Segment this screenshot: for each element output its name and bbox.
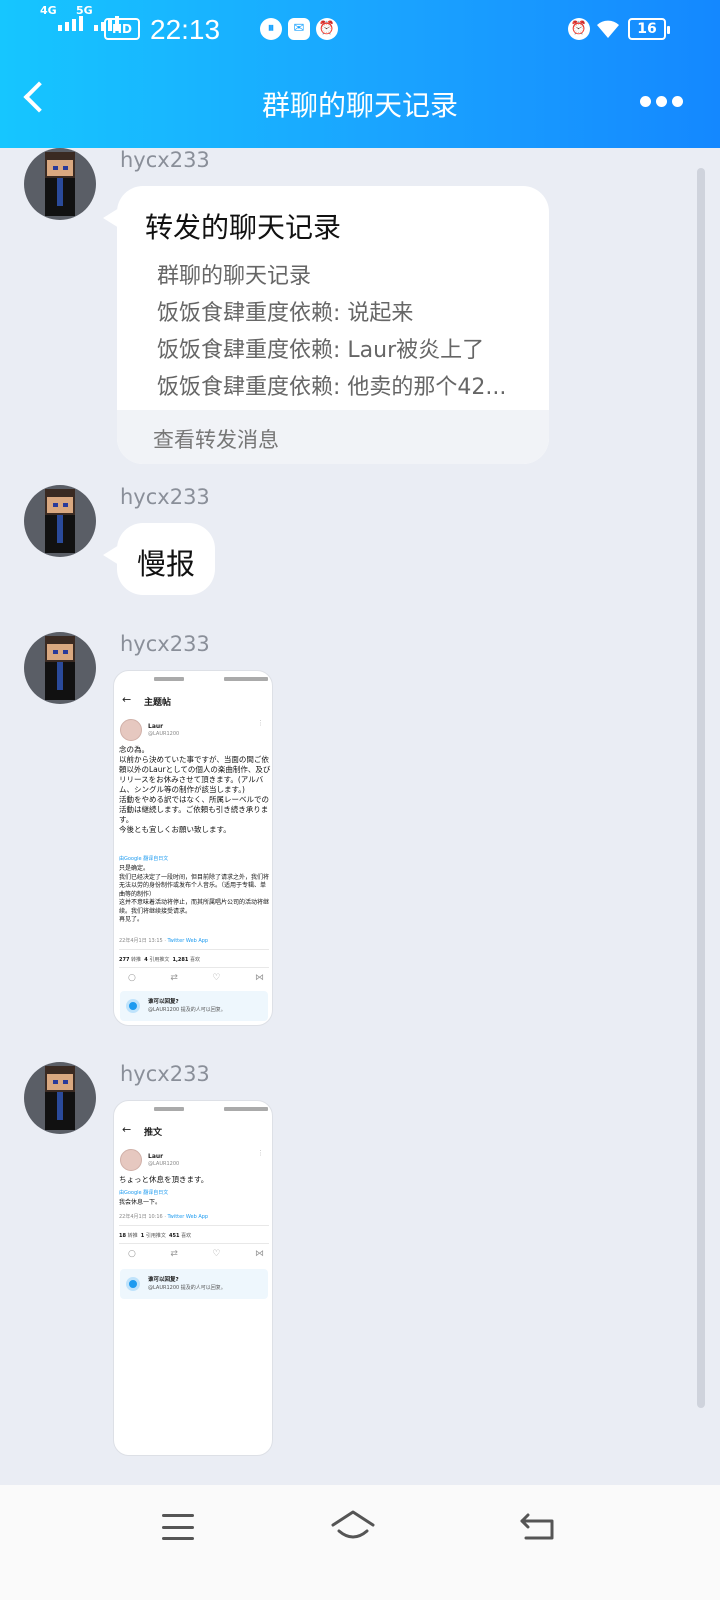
scrollbar[interactable] bbox=[697, 168, 705, 1408]
message-item: hycx233 转发的聊天记录 群聊的聊天记录 饭饭食肆重度依赖: 说起来 饭饭… bbox=[0, 148, 690, 468]
stat-label: 引用推文 bbox=[145, 1233, 166, 1239]
stat-num: 1 bbox=[140, 1233, 145, 1239]
share-icon: ⋈ bbox=[254, 973, 264, 983]
avatar[interactable] bbox=[24, 1062, 96, 1134]
share-icon: ⋈ bbox=[254, 1249, 264, 1259]
avatar[interactable] bbox=[24, 148, 96, 220]
shot-stats: 277 转推 4 引用推文 1,281 喜欢 bbox=[119, 956, 200, 963]
more-dots-icon[interactable] bbox=[640, 96, 683, 107]
back-arrow-icon: ← bbox=[122, 1123, 132, 1136]
sender-name: hycx233 bbox=[120, 1062, 210, 1086]
more-icon: ⋮ bbox=[257, 1149, 264, 1157]
reply-title: 谁可以回复? bbox=[148, 999, 179, 1005]
shot-translated-text: 只是确定。 我们已经决定了一段时间，但目前除了请求之外，我们将无法以劳的身份制作… bbox=[119, 865, 270, 923]
battery-icon: 16 bbox=[628, 18, 670, 40]
stat-label: 喜欢 bbox=[189, 957, 200, 963]
user-avatar bbox=[120, 719, 142, 741]
stat-num: 451 bbox=[169, 1233, 180, 1239]
menu-icon[interactable] bbox=[162, 1514, 194, 1540]
retweet-icon: ⇄ bbox=[170, 973, 178, 983]
reply-icon: ○ bbox=[128, 973, 136, 983]
home-icon[interactable] bbox=[330, 1509, 376, 1543]
message-item: hycx233 慢报 bbox=[0, 485, 690, 600]
forward-card[interactable]: 转发的聊天记录 群聊的聊天记录 饭饭食肆重度依赖: 说起来 饭饭食肆重度依赖: … bbox=[103, 186, 549, 464]
reply-title: 谁可以回复? bbox=[148, 1277, 179, 1283]
shot-title: 主题帖 bbox=[144, 698, 172, 708]
shot-date: 22年4月1日 10:16 · bbox=[119, 1214, 166, 1220]
stat-num: 277 bbox=[119, 957, 130, 963]
like-icon: ♡ bbox=[212, 973, 221, 983]
mail-icon: ✉ bbox=[288, 18, 310, 40]
wifi-icon bbox=[597, 20, 619, 38]
shot-username: Laur bbox=[148, 723, 164, 730]
forward-line: 饭饭食肆重度依赖: Laur被炎上了 bbox=[157, 338, 485, 363]
shot-translated-text: 我会休息一下。 bbox=[119, 1199, 162, 1206]
forward-line: 饭饭食肆重度依赖: 说起来 bbox=[157, 301, 414, 326]
stat-num: 18 bbox=[119, 1233, 126, 1239]
shot-date: 22年4月1日 13:15 · bbox=[119, 938, 166, 944]
forward-title: 转发的聊天记录 bbox=[145, 211, 342, 244]
user-avatar bbox=[120, 1149, 142, 1171]
avatar[interactable] bbox=[24, 632, 96, 704]
view-forward-label: 查看转发消息 bbox=[153, 428, 279, 452]
shot-actions: ○ ⇄ ♡ ⋈ bbox=[128, 1249, 264, 1259]
sender-name: hycx233 bbox=[120, 485, 210, 509]
message-text: 慢报 bbox=[137, 547, 196, 581]
message-item: hycx233 ← 主题帖 Laur @LAUR1200 ⋮ 念の為。 以前から… bbox=[0, 632, 690, 1032]
reply-subtitle: @LAUR1200 提及的人可以回复。 bbox=[148, 1007, 226, 1013]
stat-label: 转推 bbox=[131, 957, 142, 963]
image-message[interactable]: ← 推文 Laur @LAUR1200 ⋮ ちょっと休息を頂きます。 由Goog… bbox=[113, 1100, 273, 1456]
retweet-icon: ⇄ bbox=[170, 1249, 178, 1259]
sim1-label: 4G bbox=[40, 4, 57, 17]
shot-translate-label: 由Google 翻译自日文 bbox=[119, 856, 169, 862]
shot-meta: 22年4月1日 10:16 · Twitter Web App bbox=[119, 1213, 208, 1220]
shot-stats: 18 转推 1 引用推文 451 喜欢 bbox=[119, 1232, 191, 1239]
sim2-label: 5G bbox=[76, 4, 93, 17]
status-bar: 4G 5G HD 22:13 ⏸ ✉ ⏰ ⏰ 16 bbox=[0, 4, 720, 48]
stat-label: 喜欢 bbox=[181, 1233, 192, 1239]
shot-original-text: 念の為。 以前から決めていた事ですが、当面の間ご依頼以外のLaurとしての個人の… bbox=[119, 745, 271, 834]
shot-actions: ○ ⇄ ♡ ⋈ bbox=[128, 973, 264, 983]
reply-icon: ○ bbox=[128, 1249, 136, 1259]
shot-handle: @LAUR1200 bbox=[148, 1161, 180, 1167]
message-item: hycx233 ← 推文 Laur @LAUR1200 ⋮ ちょっと休息を頂きま… bbox=[0, 1062, 690, 1462]
more-icon: ⋮ bbox=[257, 719, 264, 727]
stat-label: 转推 bbox=[127, 1233, 138, 1239]
page-title: 群聊的聊天记录 bbox=[261, 89, 458, 122]
forward-line: 群聊的聊天记录 bbox=[157, 264, 312, 289]
sender-name: hycx233 bbox=[120, 148, 210, 172]
shot-app: Twitter Web App bbox=[167, 938, 209, 944]
shot-app: Twitter Web App bbox=[167, 1214, 209, 1220]
view-forward-link[interactable]: 查看转发消息 bbox=[117, 410, 549, 464]
alarm-icon: ⏰ bbox=[568, 18, 590, 40]
forward-line: 饭饭食肆重度依赖: 他卖的那个42... bbox=[157, 375, 507, 400]
system-nav-bar bbox=[0, 1485, 720, 1600]
hd-icon: HD bbox=[104, 18, 140, 40]
data-saver-icon: ⏸ bbox=[260, 18, 282, 40]
at-icon bbox=[126, 999, 140, 1013]
stat-num: 1,281 bbox=[172, 957, 189, 963]
shot-reply-box: 谁可以回复? @LAUR1200 提及的人可以回复。 bbox=[120, 1269, 268, 1299]
shot-title: 推文 bbox=[144, 1128, 163, 1138]
at-icon bbox=[126, 1277, 140, 1291]
shot-handle: @LAUR1200 bbox=[148, 731, 180, 737]
shot-reply-box: 谁可以回复? @LAUR1200 提及的人可以回复。 bbox=[120, 991, 268, 1021]
shot-original-text: ちょっと休息を頂きます。 bbox=[119, 1175, 209, 1184]
image-message[interactable]: ← 主题帖 Laur @LAUR1200 ⋮ 念の為。 以前から決めていた事です… bbox=[113, 670, 273, 1026]
alarm-icon: ⏰ bbox=[316, 18, 338, 40]
app-header: 4G 5G HD 22:13 ⏸ ✉ ⏰ ⏰ 16 群聊的聊天记录 bbox=[0, 0, 720, 148]
like-icon: ♡ bbox=[212, 1249, 221, 1259]
shot-meta: 22年4月1日 13:15 · Twitter Web App bbox=[119, 937, 208, 944]
stat-num: 4 bbox=[144, 957, 148, 963]
sender-name: hycx233 bbox=[120, 632, 210, 656]
stat-label: 引用推文 bbox=[149, 957, 170, 963]
text-bubble[interactable]: 慢报 bbox=[103, 523, 215, 595]
back-arrow-icon: ← bbox=[122, 693, 132, 706]
reply-subtitle: @LAUR1200 提及的人可以回复。 bbox=[148, 1285, 226, 1291]
avatar[interactable] bbox=[24, 485, 96, 557]
shot-translate-label: 由Google 翻译自日文 bbox=[119, 1190, 169, 1196]
status-time: 22:13 bbox=[150, 14, 221, 45]
shot-username: Laur bbox=[148, 1153, 164, 1160]
back-icon[interactable] bbox=[520, 1511, 556, 1541]
